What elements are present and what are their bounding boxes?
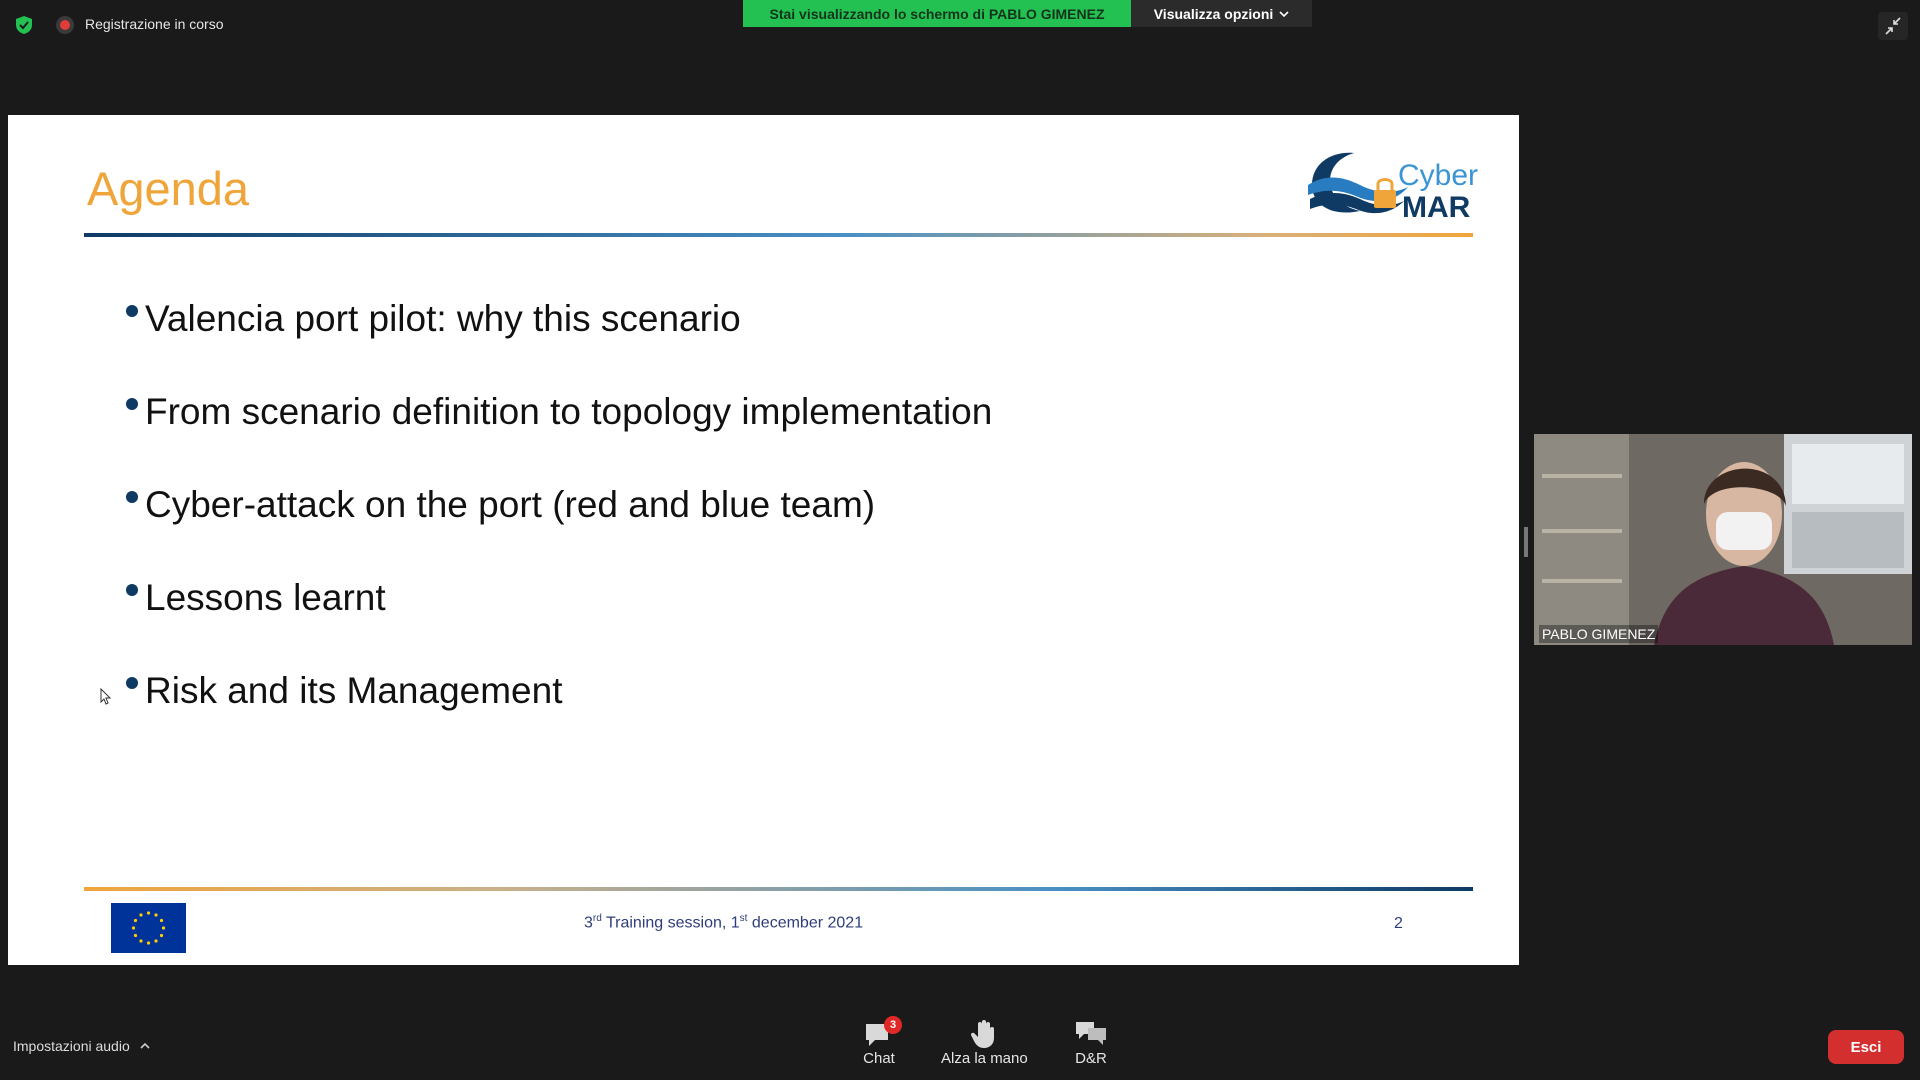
view-options-button[interactable]: Visualizza opzioni [1131,0,1312,27]
participant-video-tile[interactable]: PABLO GIMENEZ [1534,434,1912,645]
zoom-viewer-window: Registrazione in corso Stai visualizzand… [0,0,1920,1080]
eu-flag-icon [111,903,186,953]
recording-status: Registrazione in corso [85,16,224,32]
footer-ordinal-suffix: rd [592,913,602,924]
agenda-item-text: Valencia port pilot: why this scenario [145,298,741,339]
bullet-dot-icon [126,491,138,503]
raise-hand-button[interactable]: Alza la mano [941,1018,1028,1067]
cybermar-logo: Cyber MAR [1308,152,1478,224]
agenda-item: Cyber-attack on the port (red and blue t… [125,461,992,554]
mouse-cursor-icon [100,688,112,705]
bullet-dot-icon [126,305,138,317]
shared-screen-slide: Agenda Cyber MAR Valencia port pilot: wh… [8,115,1519,965]
screen-share-banner: Stai visualizzando lo schermo di PABLO G… [743,0,1131,27]
chevron-down-icon [1279,10,1289,17]
slide-footer-text: 3rd Training session, 1st december 2021 [584,913,863,932]
qa-bubbles-icon [1076,1022,1106,1045]
audio-settings-button[interactable]: Impostazioni audio [13,1038,150,1054]
chevron-up-icon [140,1042,150,1049]
footer-session: Training session, 1 [601,914,740,932]
chat-label: Chat [863,1050,895,1067]
view-options-label: Visualizza opzioni [1153,5,1274,22]
logo-text-cyber: Cyber [1398,159,1478,192]
qa-label: D&R [1075,1050,1107,1067]
security-shield-icon[interactable] [14,15,34,35]
qa-button[interactable]: D&R [1074,1018,1108,1067]
collapse-icon [1885,17,1901,35]
footer-divider [84,887,1473,891]
chat-button[interactable]: 3 Chat [862,1016,902,1067]
logo-text-mar: MAR [1402,191,1471,224]
slide-title: Agenda [87,162,250,215]
bullet-dot-icon [126,677,138,689]
panel-resize-handle[interactable] [1524,527,1528,557]
slide-page-number: 2 [1394,915,1403,932]
agenda-item: Risk and its Management [125,647,992,740]
agenda-item-text: Risk and its Management [145,670,563,711]
agenda-item: Lessons learnt [125,554,992,647]
agenda-item-text: Lessons learnt [145,577,386,618]
raise-hand-label: Alza la mano [941,1050,1028,1067]
chat-unread-badge: 3 [884,1016,902,1034]
agenda-item: From scenario definition to topology imp… [125,368,992,461]
bullet-dot-icon [126,584,138,596]
participant-video-feed [1534,434,1912,645]
recording-icon[interactable] [56,16,74,34]
exit-fullscreen-button[interactable] [1878,12,1908,40]
raise-hand-icon [971,1020,995,1048]
agenda-list: Valencia port pilot: why this scenario F… [125,275,992,740]
title-divider [84,233,1473,237]
footer-date: december 2021 [747,914,864,932]
agenda-item: Valencia port pilot: why this scenario [125,275,992,368]
footer-ordinal: 3 [584,914,593,932]
agenda-item-text: From scenario definition to topology imp… [145,391,993,432]
participant-name-label: PABLO GIMENEZ [1539,625,1659,643]
agenda-item-text: Cyber-attack on the port (red and blue t… [145,484,876,525]
leave-meeting-button[interactable]: Esci [1828,1030,1904,1064]
bullet-dot-icon [126,398,138,410]
audio-settings-label: Impostazioni audio [13,1038,130,1054]
